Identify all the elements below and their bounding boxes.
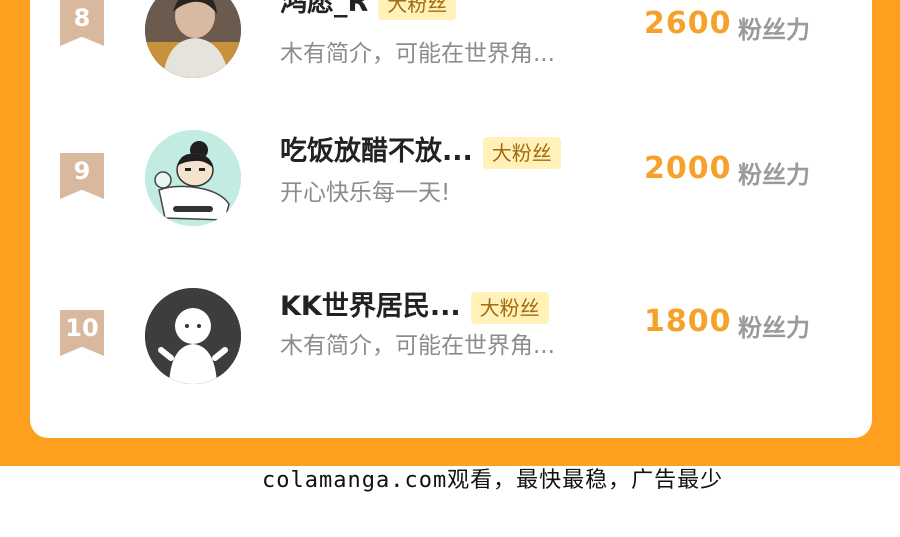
user-intro: 木有简介，可能在世界角... bbox=[280, 41, 555, 67]
ranking-row[interactable]: 9 吃饭放醋不放... 大粉丝 开心快乐每一天! 2000 粉丝力 bbox=[30, 115, 872, 235]
rank-badge: 8 bbox=[60, 0, 104, 46]
user-intro: 木有简介，可能在世界角... bbox=[280, 333, 555, 359]
watermark-footer-text: colamanga.com观看，最快最稳，广告最少 bbox=[262, 468, 724, 493]
fan-score-unit: 粉丝力 bbox=[738, 161, 810, 189]
cartoon-boy-avatar[interactable] bbox=[145, 130, 241, 226]
rank-badge: 9 bbox=[60, 153, 104, 199]
user-name-text: KK世界居民... bbox=[280, 291, 461, 322]
rank-badge: 10 bbox=[60, 310, 104, 356]
fan-level-badge: 大粉丝 bbox=[470, 291, 549, 324]
fan-score-unit: 粉丝力 bbox=[738, 314, 810, 342]
fan-level-badge: 大粉丝 bbox=[378, 0, 457, 20]
fan-score: 2600 bbox=[644, 6, 732, 41]
user-name-text: 吃饭放醋不放... bbox=[280, 136, 473, 167]
photo-person-avatar[interactable] bbox=[145, 0, 241, 78]
default-ghost-avatar[interactable] bbox=[145, 288, 241, 384]
fan-score-unit: 粉丝力 bbox=[738, 16, 810, 44]
user-name-text: 鸿愿_R bbox=[280, 0, 369, 18]
fan-score: 1800 bbox=[644, 304, 732, 339]
fan-level-badge: 大粉丝 bbox=[482, 136, 561, 169]
user-name[interactable]: KK世界居民... 大粉丝 bbox=[280, 284, 549, 324]
user-name[interactable]: 鸿愿_R 大粉丝 bbox=[280, 0, 457, 20]
ranking-row[interactable]: 8 鸿愿_R 大粉丝 木有简介，可能在世界角... 2600 粉丝力 bbox=[30, 0, 872, 80]
user-intro: 开心快乐每一天! bbox=[280, 180, 451, 206]
user-name[interactable]: 吃饭放醋不放... 大粉丝 bbox=[280, 129, 561, 169]
ranking-row[interactable]: 10 KK世界居民... 大粉丝 木有简介，可能在世界角... 1800 粉丝力 bbox=[30, 268, 872, 388]
fan-score: 2000 bbox=[644, 151, 732, 186]
fan-ranking-card: 8 鸿愿_R 大粉丝 木有简介，可能在世界角... 2600 粉丝力 9 吃饭放… bbox=[30, 0, 872, 438]
